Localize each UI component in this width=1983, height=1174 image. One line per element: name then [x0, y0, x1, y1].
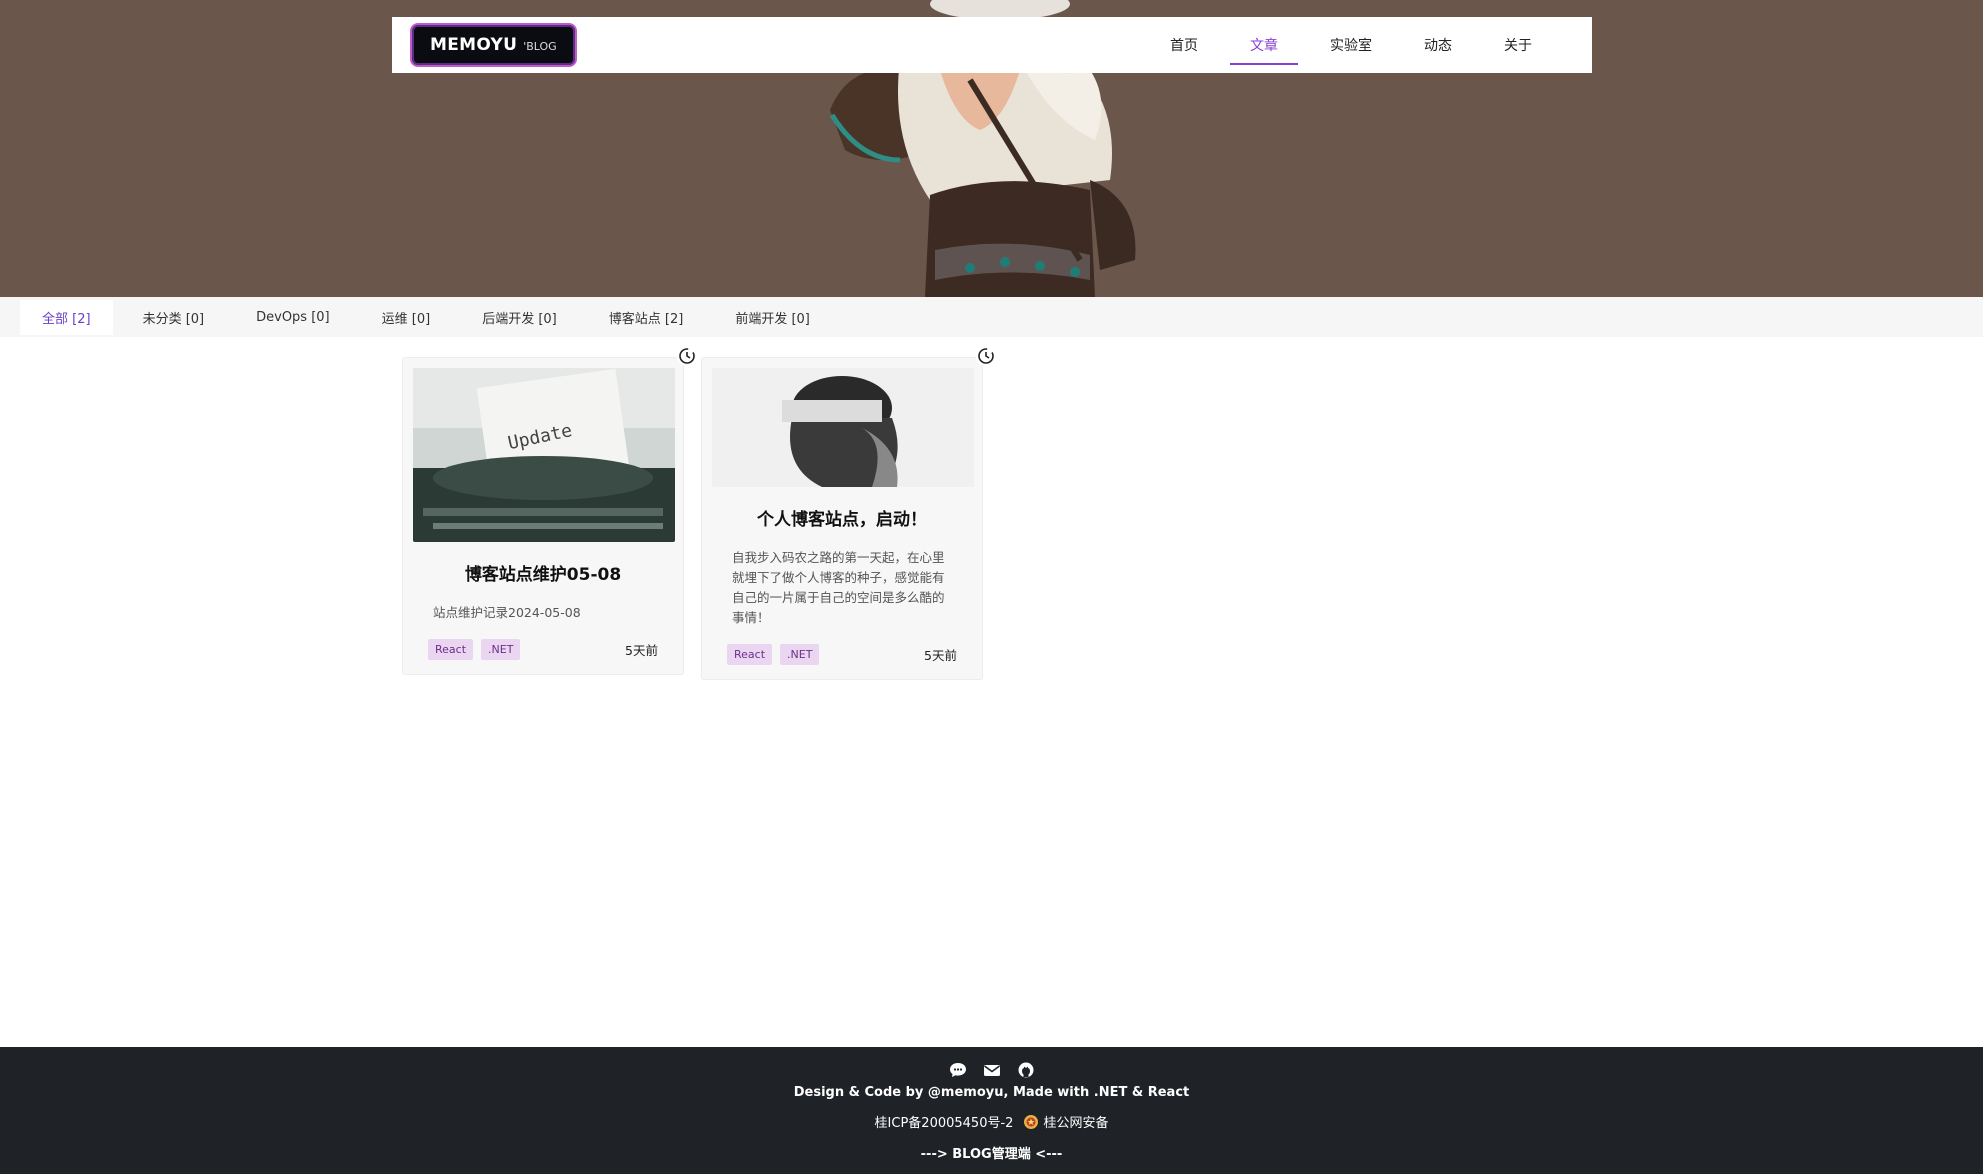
tab-backend[interactable]: 后端开发 [0] [460, 300, 579, 335]
police-record[interactable]: 桂公网安备 [1023, 1112, 1108, 1131]
main-nav: 首页 文章 实验室 动态 关于 [1138, 25, 1552, 65]
footer-legal: 桂ICP备20005450号-2 桂公网安备 [0, 1112, 1983, 1131]
tag-list: React .NET [428, 639, 521, 660]
post-card[interactable]: 个人博客站点，启动！ 自我步入码农之路的第一天起，在心里就埋下了做个人博客的种子… [701, 346, 996, 680]
nav-articles[interactable]: 文章 [1230, 25, 1298, 65]
logo-subtext: 'BLOG [523, 40, 557, 53]
post-time: 5天前 [625, 643, 658, 658]
tag-chip[interactable]: React [428, 639, 474, 660]
post-card[interactable]: Update 博客站点维护05-08 站点维护记录2024-05-08 Reac… [402, 346, 697, 675]
category-tabs: 全部 [2] 未分类 [0] DevOps [0] 运维 [0] 后端开发 [0… [0, 297, 1983, 337]
post-summary: 站点维护记录2024-05-08 [433, 605, 581, 620]
post-title[interactable]: 个人博客站点，启动！ [712, 505, 972, 530]
logo-text: MEMOYU [430, 35, 518, 55]
police-record-text: 桂公网安备 [1043, 1116, 1109, 1131]
post-thumbnail [712, 368, 974, 487]
social-icons [0, 1061, 1983, 1079]
tag-chip[interactable]: .NET [481, 639, 521, 660]
site-footer: Design & Code by @memoyu, Made with .NET… [0, 1047, 1983, 1174]
admin-link[interactable]: ---> BLOG管理端 <--- [0, 1143, 1983, 1162]
post-title[interactable]: 博客站点维护05-08 [413, 560, 673, 585]
mail-icon[interactable] [982, 1061, 1002, 1079]
tab-blog-site[interactable]: 博客站点 [2] [587, 300, 706, 335]
site-logo[interactable]: MEMOYU 'BLOG [410, 23, 577, 67]
chat-icon[interactable] [948, 1061, 968, 1079]
tab-devops[interactable]: DevOps [0] [234, 302, 352, 333]
police-badge-icon [1024, 1114, 1039, 1129]
clock-icon [976, 346, 996, 366]
tab-all[interactable]: 全部 [2] [20, 299, 113, 335]
nav-lab[interactable]: 实验室 [1310, 25, 1392, 65]
tab-uncategorized[interactable]: 未分类 [0] [121, 300, 227, 335]
nav-moments[interactable]: 动态 [1404, 25, 1472, 65]
tag-list: React .NET [727, 644, 820, 665]
post-footer: React .NET 5天前 [428, 639, 658, 660]
clock-icon [677, 346, 697, 366]
tab-frontend[interactable]: 前端开发 [0] [713, 300, 832, 335]
post-footer: React .NET 5天前 [727, 644, 957, 665]
hero-banner: MEMOYU 'BLOG 首页 文章 实验室 动态 关于 [0, 0, 1983, 297]
post-thumbnail: Update [413, 368, 675, 542]
post-time: 5天前 [924, 648, 957, 663]
tag-chip[interactable]: React [727, 644, 773, 665]
nav-home[interactable]: 首页 [1150, 25, 1218, 65]
footer-credit: Design & Code by @memoyu, Made with .NET… [793, 1085, 1190, 1100]
post-summary: 自我步入码农之路的第一天起，在心里就埋下了做个人博客的种子，感觉能有自己的一片属… [732, 550, 945, 625]
github-icon[interactable] [1016, 1061, 1036, 1079]
nav-about[interactable]: 关于 [1484, 25, 1552, 65]
top-navbar: MEMOYU 'BLOG 首页 文章 实验室 动态 关于 [392, 17, 1592, 73]
tag-chip[interactable]: .NET [780, 644, 820, 665]
tab-ops[interactable]: 运维 [0] [360, 300, 453, 335]
icp-link[interactable]: 桂ICP备20005450号-2 [875, 1112, 1014, 1131]
